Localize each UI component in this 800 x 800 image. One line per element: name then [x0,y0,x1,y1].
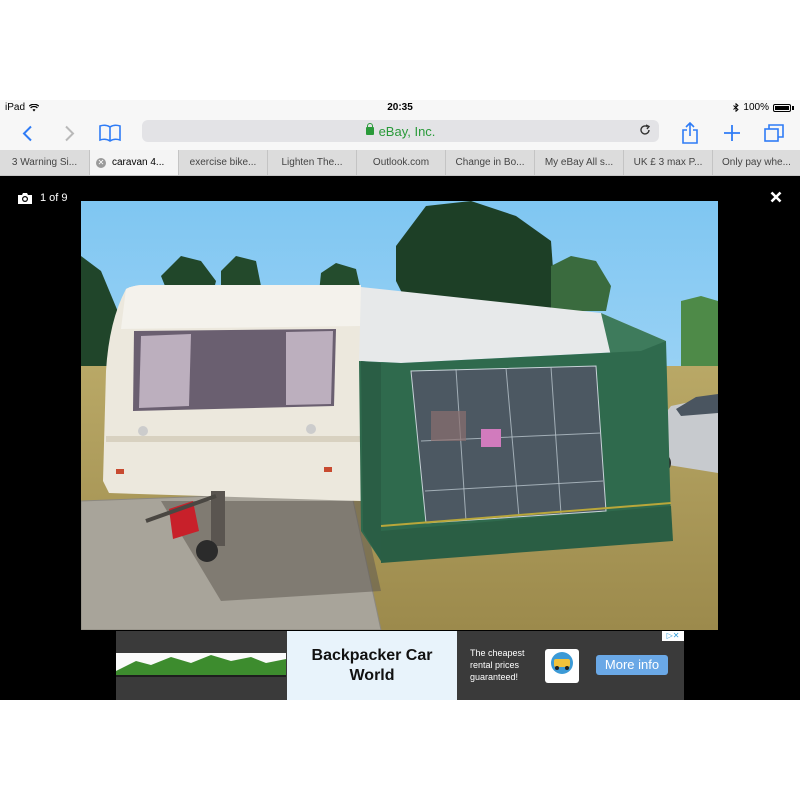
chevron-left-icon [22,125,32,141]
status-time: 20:35 [387,102,413,113]
lock-icon [365,123,374,135]
tabs-overview-button[interactable] [762,120,786,146]
close-icon [770,191,782,203]
tab-warning-signs[interactable]: 3 Warning Si... [0,150,90,175]
tab-caravan[interactable]: ✕ caravan 4... [90,150,179,175]
ad-landscape-image [116,631,286,700]
share-icon [682,122,698,144]
more-info-button[interactable]: More info [596,655,668,675]
new-tab-button[interactable] [720,120,744,146]
tab-my-ebay[interactable]: My eBay All s... [535,150,624,175]
bluetooth-icon [733,103,740,112]
ad-title[interactable]: Backpacker Car World [287,631,457,700]
reload-icon [640,124,651,135]
caravan-awning-photo [81,201,718,630]
van-logo-icon [547,652,577,681]
listing-photo[interactable] [81,201,718,630]
adchoices-icon[interactable]: ▷✕ [662,631,684,641]
tab-exercise-bike[interactable]: exercise bike... [179,150,268,175]
image-viewer: 1 of 9 Backpacker Car World The cheapest… [0,176,800,700]
back-button[interactable] [18,120,36,146]
close-viewer-button[interactable] [770,188,782,208]
share-button[interactable] [678,120,702,146]
image-counter: 1 of 9 [40,192,68,204]
tabs-icon [764,124,784,142]
ad-banner[interactable]: Backpacker Car World The cheapest rental… [116,631,684,700]
plus-icon [724,125,740,141]
forward-button[interactable] [60,120,78,146]
tab-only-pay[interactable]: Only pay whe... [713,150,800,175]
chevron-right-icon [64,125,74,141]
battery-percent: 100% [743,102,769,113]
reload-button[interactable] [639,123,651,139]
ad-logo[interactable] [545,649,579,683]
tab-change-in-bo[interactable]: Change in Bo... [446,150,535,175]
book-icon [99,124,121,142]
tab-strip: 3 Warning Si... ✕ caravan 4... exercise … [0,150,800,176]
tab-outlook[interactable]: Outlook.com [357,150,446,175]
address-text: eBay, Inc. [378,123,436,139]
battery-icon [773,103,791,112]
tab-lighten[interactable]: Lighten The... [268,150,357,175]
tab-uk-max[interactable]: UK £ 3 max P... [624,150,713,175]
status-bar: iPad 20:35 100% [0,100,800,116]
camera-icon [18,193,32,204]
ad-description: The cheapest rental prices guaranteed! [470,648,525,682]
address-bar[interactable]: eBay, Inc. [142,120,659,142]
bookmarks-button[interactable] [97,120,123,146]
close-tab-icon[interactable]: ✕ [96,157,106,168]
